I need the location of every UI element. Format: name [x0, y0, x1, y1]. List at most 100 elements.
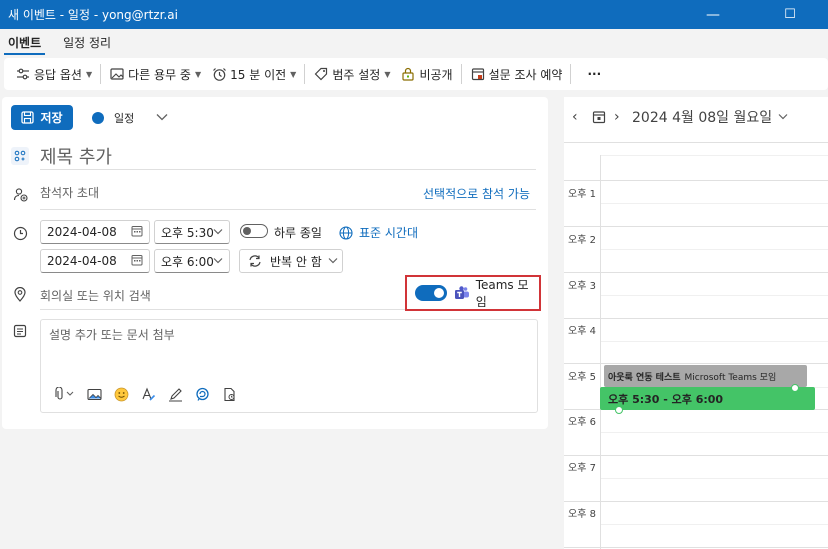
category-button[interactable]: 범주 설정 ▼ [308, 61, 395, 87]
teams-icon [454, 285, 470, 301]
hour-line [564, 455, 828, 456]
description-toolbar [51, 384, 246, 404]
lock-icon [400, 66, 416, 82]
all-day-label: 하루 종일 [274, 226, 322, 240]
day-view-panel: ‹ › 2024 4월 08일 월요일 오후 1 오후 2 오후 3 오후 4 … [564, 97, 828, 549]
tab-event[interactable]: 이벤트 [0, 29, 49, 55]
add-people-icon [12, 186, 28, 202]
private-label: 비공개 [419, 67, 453, 82]
title-input[interactable]: 제목 추가 [40, 143, 112, 169]
hour-line [564, 180, 828, 181]
timezone-link[interactable]: 표준 시간대 [339, 224, 418, 241]
tag-icon [313, 66, 329, 82]
image-icon [109, 66, 125, 82]
resize-handle-top[interactable] [791, 384, 799, 392]
location-pin-icon [12, 286, 28, 302]
all-day-toggle[interactable] [240, 224, 268, 238]
repeat-label: 반복 안 함 [270, 254, 322, 269]
minimize-button[interactable]: — [690, 0, 736, 29]
hour-line [564, 363, 828, 364]
chevron-down-icon[interactable] [778, 112, 788, 123]
formatting-button[interactable] [138, 384, 158, 404]
half-hour-line [600, 432, 828, 433]
alarm-clock-icon [211, 66, 227, 82]
repeat-icon [248, 254, 262, 268]
busy-status-button[interactable]: 다른 용무 중 ▼ [104, 61, 206, 87]
previous-day-button[interactable]: ‹ [572, 109, 588, 125]
tab-bar: 이벤트 일정 정리 [0, 29, 828, 55]
teams-meeting-highlight: Teams 모임 [405, 275, 541, 311]
hour-line [564, 501, 828, 502]
day-view-date[interactable]: 2024 4월 08일 월요일 [632, 107, 772, 127]
teams-meeting-toggle[interactable] [415, 285, 447, 301]
chevron-down-icon: ▼ [194, 69, 202, 79]
reminder-label: 15 분 이전 [230, 67, 287, 82]
today-calendar-icon[interactable] [592, 110, 606, 124]
schedule-poll-label: 설문 조사 예약 [488, 67, 563, 82]
tab-organize[interactable]: 일정 정리 [55, 29, 119, 55]
resize-handle-bottom[interactable] [615, 406, 623, 414]
reminder-button[interactable]: 15 분 이전 ▼ [206, 61, 301, 87]
half-hour-line [600, 341, 828, 342]
hour-label: 오후 5 [568, 372, 596, 383]
ribbon-divider [460, 64, 462, 84]
schedule-poll-button[interactable]: 설문 조사 예약 [465, 61, 568, 87]
start-time-field[interactable]: 오후 5:30 [154, 220, 230, 244]
private-button[interactable]: 비공개 [395, 61, 457, 87]
insert-picture-button[interactable] [84, 384, 104, 404]
chevron-down-icon [328, 256, 338, 267]
clock-icon [12, 225, 28, 241]
start-date-value: 2024-04-08 [47, 225, 117, 239]
start-date-field[interactable]: 2024-04-08 [40, 220, 150, 244]
insert-file-button[interactable] [219, 384, 239, 404]
hour-label: 오후 3 [568, 281, 596, 292]
half-hour-line [600, 203, 828, 204]
save-label: 저장 [40, 111, 63, 125]
save-button[interactable]: 저장 [11, 105, 73, 130]
loop-component-button[interactable] [192, 384, 212, 404]
existing-event[interactable]: 아웃룩 연동 테스트 Microsoft Teams 모임 [604, 365, 807, 387]
calendar-name: 일정 [114, 112, 135, 125]
calendar-select[interactable]: 일정 [92, 107, 168, 129]
save-icon [21, 111, 35, 124]
hour-label: 오후 7 [568, 463, 596, 474]
ribbon-divider [570, 64, 572, 84]
event-form: 저장 일정 제목 추가 참석자 초대 선택적으로 참석 가능 2024-04-0… [2, 97, 548, 429]
chevron-down-icon: ▼ [290, 69, 297, 79]
hour-label: 오후 4 [568, 326, 596, 337]
calendar-icon [131, 225, 143, 240]
time-gutter-divider [600, 155, 601, 549]
location-input[interactable]: 회의실 또는 위치 검색 [40, 287, 151, 304]
notes-icon [12, 323, 28, 339]
attach-file-button[interactable] [51, 384, 77, 404]
half-hour-line [600, 524, 828, 525]
attendees-input[interactable]: 참석자 초대 [40, 184, 99, 201]
hour-label: 오후 1 [568, 189, 596, 200]
busy-status-label: 다른 용무 중 [128, 67, 191, 82]
emoji-button[interactable] [111, 384, 131, 404]
response-options-label: 응답 옵션 [34, 67, 82, 82]
hour-label: 오후 8 [568, 509, 596, 520]
start-time-value: 오후 5:30 [161, 225, 214, 240]
hour-line [564, 142, 828, 143]
chevron-down-icon: ▼ [85, 69, 93, 79]
hour-label: 오후 6 [568, 417, 596, 428]
existing-event-subtitle: Microsoft Teams 모임 [684, 372, 777, 383]
title-bar: 새 이벤트 - 일정 - yong@rtzr.ai — ☐ [0, 0, 828, 29]
calendar-color-dot [92, 112, 104, 124]
next-day-button[interactable]: › [614, 109, 630, 125]
end-time-field[interactable]: 오후 6:00 [154, 249, 230, 273]
description-editor[interactable]: 설명 추가 또는 문서 첨부 [40, 319, 538, 413]
response-options-button[interactable]: 응답 옵션 ▼ [10, 61, 97, 87]
ribbon-divider [100, 64, 102, 84]
half-hour-line [600, 295, 828, 296]
repeat-dropdown[interactable]: 반복 안 함 [239, 249, 343, 273]
ribbon-toolbar: 응답 옵션 ▼ 다른 용무 중 ▼ 15 분 이전 ▼ 범주 설정 ▼ 비공개 [4, 58, 828, 90]
draw-button[interactable] [165, 384, 185, 404]
end-time-value: 오후 6:00 [161, 254, 214, 269]
maximize-button[interactable]: ☐ [767, 0, 813, 29]
end-date-field[interactable]: 2024-04-08 [40, 249, 150, 273]
optional-attendees-link[interactable]: 선택적으로 참석 가능 [423, 185, 530, 202]
new-event-block[interactable]: 오후 5:30 - 오후 6:00 [600, 387, 815, 410]
more-options-button[interactable]: ··· [582, 61, 606, 87]
